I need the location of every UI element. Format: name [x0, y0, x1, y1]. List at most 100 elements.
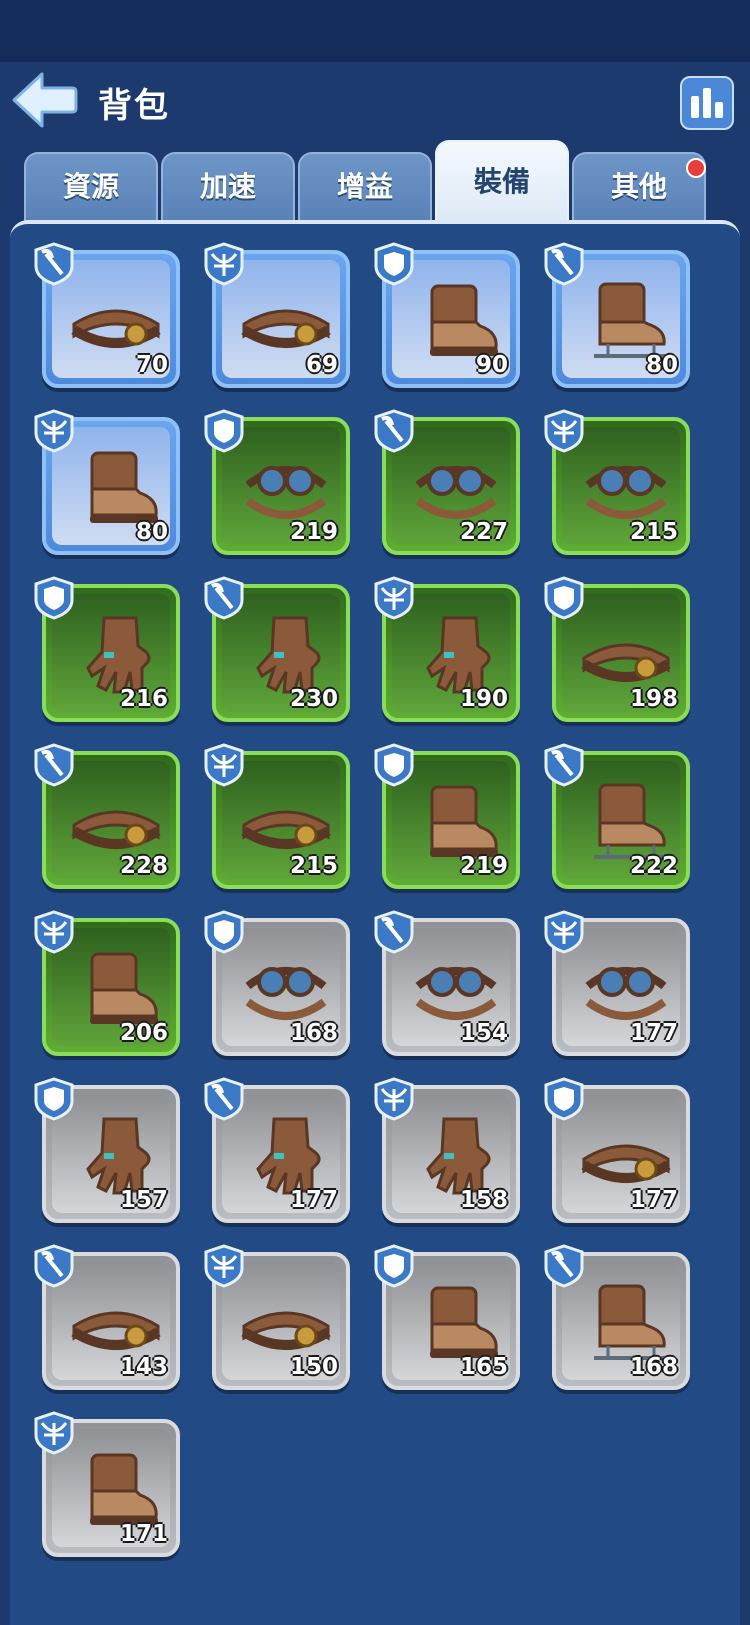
- inventory-panel: 70 69 90 80 80 219 227 215 216 230 190 1…: [10, 220, 740, 1625]
- item-card[interactable]: 228: [34, 743, 180, 889]
- pick-badge-icon: [374, 910, 414, 954]
- ranking-button[interactable]: [680, 76, 734, 130]
- pick-badge-icon: [544, 242, 584, 286]
- crossbow-badge-icon: [204, 743, 244, 787]
- item-card[interactable]: 165: [374, 1244, 520, 1390]
- item-card[interactable]: 177: [204, 1077, 350, 1223]
- item-card[interactable]: 177: [544, 1077, 690, 1223]
- item-card[interactable]: 80: [34, 409, 180, 555]
- item-quantity: 168: [289, 1020, 338, 1046]
- boot-icon: [430, 1286, 498, 1358]
- crossbow-badge-icon: [204, 242, 244, 286]
- tab-speedups[interactable]: 加速: [161, 152, 295, 224]
- goggles-icon: [245, 967, 327, 1020]
- crossbow-badge-icon: [204, 1244, 244, 1288]
- item-quantity: 70: [135, 352, 168, 378]
- item-quantity: 80: [135, 519, 168, 545]
- crossbow-badge-icon: [34, 1411, 74, 1455]
- item-quantity: 177: [629, 1020, 678, 1046]
- item-quantity: 157: [119, 1187, 168, 1213]
- shield-badge-icon: [374, 1244, 414, 1288]
- crossbow-badge-icon: [544, 910, 584, 954]
- item-card[interactable]: 227: [374, 409, 520, 555]
- tab-boosts[interactable]: 增益: [298, 152, 432, 224]
- belt-icon: [241, 810, 331, 849]
- glove-icon: [86, 1117, 151, 1195]
- tab-equipment[interactable]: 裝備: [435, 140, 569, 224]
- boot-icon: [90, 451, 158, 523]
- item-card[interactable]: 168: [204, 910, 350, 1056]
- boot-icon: [90, 1453, 158, 1525]
- item-quantity: 215: [289, 853, 338, 879]
- item-card[interactable]: 90: [374, 242, 520, 388]
- boot-icon: [430, 785, 498, 857]
- skate-boot-icon: [594, 282, 670, 358]
- item-card[interactable]: 216: [34, 576, 180, 722]
- item-quantity: 168: [629, 1354, 678, 1380]
- pick-badge-icon: [34, 1244, 74, 1288]
- item-card[interactable]: 206: [34, 910, 180, 1056]
- item-quantity: 90: [475, 352, 508, 378]
- item-card[interactable]: 198: [544, 576, 690, 722]
- skate-boot-icon: [594, 783, 670, 859]
- pick-badge-icon: [544, 1244, 584, 1288]
- item-quantity: 80: [645, 352, 678, 378]
- item-card[interactable]: 158: [374, 1077, 520, 1223]
- item-quantity: 143: [119, 1354, 168, 1380]
- bar-chart-icon: [691, 96, 699, 118]
- belt-icon: [71, 810, 161, 849]
- item-card[interactable]: 168: [544, 1244, 690, 1390]
- item-card[interactable]: 143: [34, 1244, 180, 1390]
- pick-badge-icon: [34, 743, 74, 787]
- item-card[interactable]: 190: [374, 576, 520, 722]
- item-quantity: 158: [459, 1187, 508, 1213]
- item-quantity: 69: [305, 352, 338, 378]
- item-quantity: 219: [459, 853, 508, 879]
- item-card[interactable]: 215: [204, 743, 350, 889]
- page-title: 背包: [98, 86, 170, 126]
- crossbow-badge-icon: [374, 1077, 414, 1121]
- shield-badge-icon: [374, 242, 414, 286]
- shield-badge-icon: [34, 1077, 74, 1121]
- item-quantity: 154: [459, 1020, 508, 1046]
- shield-badge-icon: [34, 576, 74, 620]
- item-card[interactable]: 154: [374, 910, 520, 1056]
- pick-badge-icon: [34, 242, 74, 286]
- shield-badge-icon: [544, 576, 584, 620]
- item-quantity: 177: [629, 1187, 678, 1213]
- item-card[interactable]: 150: [204, 1244, 350, 1390]
- item-card[interactable]: 69: [204, 242, 350, 388]
- item-card[interactable]: 222: [544, 743, 690, 889]
- status-bar: [0, 0, 750, 62]
- glove-icon: [426, 616, 491, 694]
- pick-badge-icon: [544, 743, 584, 787]
- item-card[interactable]: 219: [204, 409, 350, 555]
- crossbow-badge-icon: [34, 910, 74, 954]
- item-quantity: 206: [119, 1020, 168, 1046]
- tab-resources[interactable]: 資源: [24, 152, 158, 224]
- belt-icon: [241, 1311, 331, 1350]
- belt-icon: [71, 1311, 161, 1350]
- crossbow-badge-icon: [374, 576, 414, 620]
- tab-label: 其他: [610, 170, 667, 203]
- item-card[interactable]: 219: [374, 743, 520, 889]
- pick-badge-icon: [374, 409, 414, 453]
- back-arrow-icon[interactable]: [10, 70, 80, 130]
- goggles-icon: [245, 466, 327, 519]
- glove-icon: [426, 1117, 491, 1195]
- item-card[interactable]: 171: [34, 1411, 180, 1557]
- item-quantity: 198: [629, 686, 678, 712]
- item-card[interactable]: 177: [544, 910, 690, 1056]
- item-card[interactable]: 157: [34, 1077, 180, 1223]
- item-card[interactable]: 70: [34, 242, 180, 388]
- item-card[interactable]: 80: [544, 242, 690, 388]
- boot-icon: [430, 284, 498, 356]
- skate-boot-icon: [594, 1284, 670, 1360]
- item-quantity: 222: [629, 853, 678, 879]
- tab-other[interactable]: 其他: [572, 152, 706, 224]
- pick-badge-icon: [204, 576, 244, 620]
- item-card[interactable]: 230: [204, 576, 350, 722]
- belt-icon: [581, 643, 671, 682]
- item-card[interactable]: 215: [544, 409, 690, 555]
- notification-dot: [686, 158, 706, 178]
